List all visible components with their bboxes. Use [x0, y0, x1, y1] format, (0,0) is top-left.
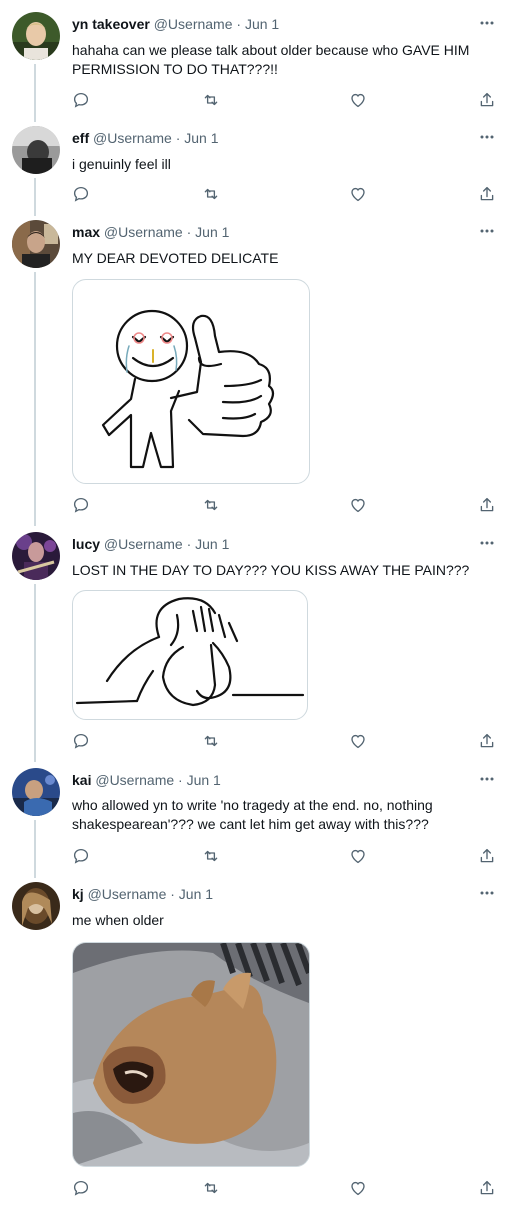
avatar[interactable]: [12, 220, 60, 268]
like-icon[interactable]: [349, 732, 369, 752]
more-icon[interactable]: [478, 222, 496, 240]
tweet[interactable]: yn takeover @Username · Jun 1 hahaha can…: [0, 0, 512, 120]
like-icon[interactable]: [349, 185, 369, 205]
tweet[interactable]: eff @Username · Jun 1 i genuinly feel il…: [0, 120, 512, 214]
tweet-text: LOST IN THE DAY TO DAY??? YOU KISS AWAY …: [72, 562, 470, 578]
like-icon[interactable]: [349, 91, 369, 111]
tweet[interactable]: kj @Username · Jun 1 me when older: [0, 876, 512, 1209]
action-bar: [72, 1179, 500, 1199]
retweet-icon[interactable]: [202, 91, 222, 111]
username-date[interactable]: @Username · Jun 1: [89, 130, 219, 146]
username-date[interactable]: @Username · Jun 1: [100, 224, 230, 240]
username-date[interactable]: @Username · Jun 1: [84, 886, 214, 902]
tweet-header: kj @Username · Jun 1: [72, 885, 213, 903]
tweet[interactable]: lucy @Username · Jun 1 LOST IN THE DAY T…: [0, 526, 512, 762]
retweet-icon[interactable]: [202, 732, 222, 752]
media-image-facepalm-doodle[interactable]: [72, 590, 308, 720]
tweet-text: who allowed yn to write 'no tragedy at t…: [72, 797, 433, 832]
share-icon[interactable]: [478, 1179, 498, 1199]
action-bar: [72, 732, 500, 752]
username-date[interactable]: @Username · Jun 1: [91, 772, 221, 788]
tweet-text: i genuinly feel ill: [72, 156, 171, 172]
tweet-header: kai @Username · Jun 1: [72, 771, 221, 789]
avatar[interactable]: [12, 12, 60, 60]
media-image-yawning-dog[interactable]: [72, 942, 310, 1167]
share-icon[interactable]: [478, 185, 498, 205]
display-name[interactable]: yn takeover: [72, 16, 150, 32]
more-icon[interactable]: [478, 884, 496, 902]
tweet[interactable]: max @Username · Jun 1 MY DEAR DEVOTED DE…: [0, 214, 512, 526]
tweet-header: eff @Username · Jun 1: [72, 129, 219, 147]
more-icon[interactable]: [478, 770, 496, 788]
retweet-icon[interactable]: [202, 185, 222, 205]
more-icon[interactable]: [478, 534, 496, 552]
share-icon[interactable]: [478, 732, 498, 752]
display-name[interactable]: kj: [72, 886, 84, 902]
display-name[interactable]: lucy: [72, 536, 100, 552]
display-name[interactable]: kai: [72, 772, 91, 788]
share-icon[interactable]: [478, 496, 498, 516]
like-icon[interactable]: [349, 847, 369, 867]
retweet-icon[interactable]: [202, 496, 222, 516]
action-bar: [72, 847, 500, 867]
reply-icon[interactable]: [72, 847, 92, 867]
more-icon[interactable]: [478, 128, 496, 146]
tweet-header: yn takeover @Username · Jun 1: [72, 15, 279, 33]
media-image-thumbs-up-doodle[interactable]: [72, 279, 310, 484]
avatar[interactable]: [12, 882, 60, 930]
reply-icon[interactable]: [72, 185, 92, 205]
like-icon[interactable]: [349, 1179, 369, 1199]
tweet-text: me when older: [72, 912, 164, 928]
share-icon[interactable]: [478, 847, 498, 867]
avatar[interactable]: [12, 126, 60, 174]
tweet[interactable]: kai @Username · Jun 1 who allowed yn to …: [0, 762, 512, 876]
reply-icon[interactable]: [72, 732, 92, 752]
action-bar: [72, 185, 500, 205]
share-icon[interactable]: [478, 91, 498, 111]
action-bar: [72, 496, 500, 516]
tweet-text: hahaha can we please talk about older be…: [72, 42, 470, 77]
display-name[interactable]: eff: [72, 130, 89, 146]
tweet-text: MY DEAR DEVOTED DELICATE: [72, 250, 279, 266]
avatar[interactable]: [12, 768, 60, 816]
like-icon[interactable]: [349, 496, 369, 516]
reply-icon[interactable]: [72, 496, 92, 516]
display-name[interactable]: max: [72, 224, 100, 240]
reply-icon[interactable]: [72, 1179, 92, 1199]
action-bar: [72, 91, 500, 111]
username-date[interactable]: @Username · Jun 1: [100, 536, 230, 552]
avatar[interactable]: [12, 532, 60, 580]
username-date[interactable]: @Username · Jun 1: [150, 16, 280, 32]
more-icon[interactable]: [478, 14, 496, 32]
tweet-header: lucy @Username · Jun 1: [72, 535, 229, 553]
tweet-header: max @Username · Jun 1: [72, 223, 229, 241]
reply-icon[interactable]: [72, 91, 92, 111]
retweet-icon[interactable]: [202, 847, 222, 867]
retweet-icon[interactable]: [202, 1179, 222, 1199]
